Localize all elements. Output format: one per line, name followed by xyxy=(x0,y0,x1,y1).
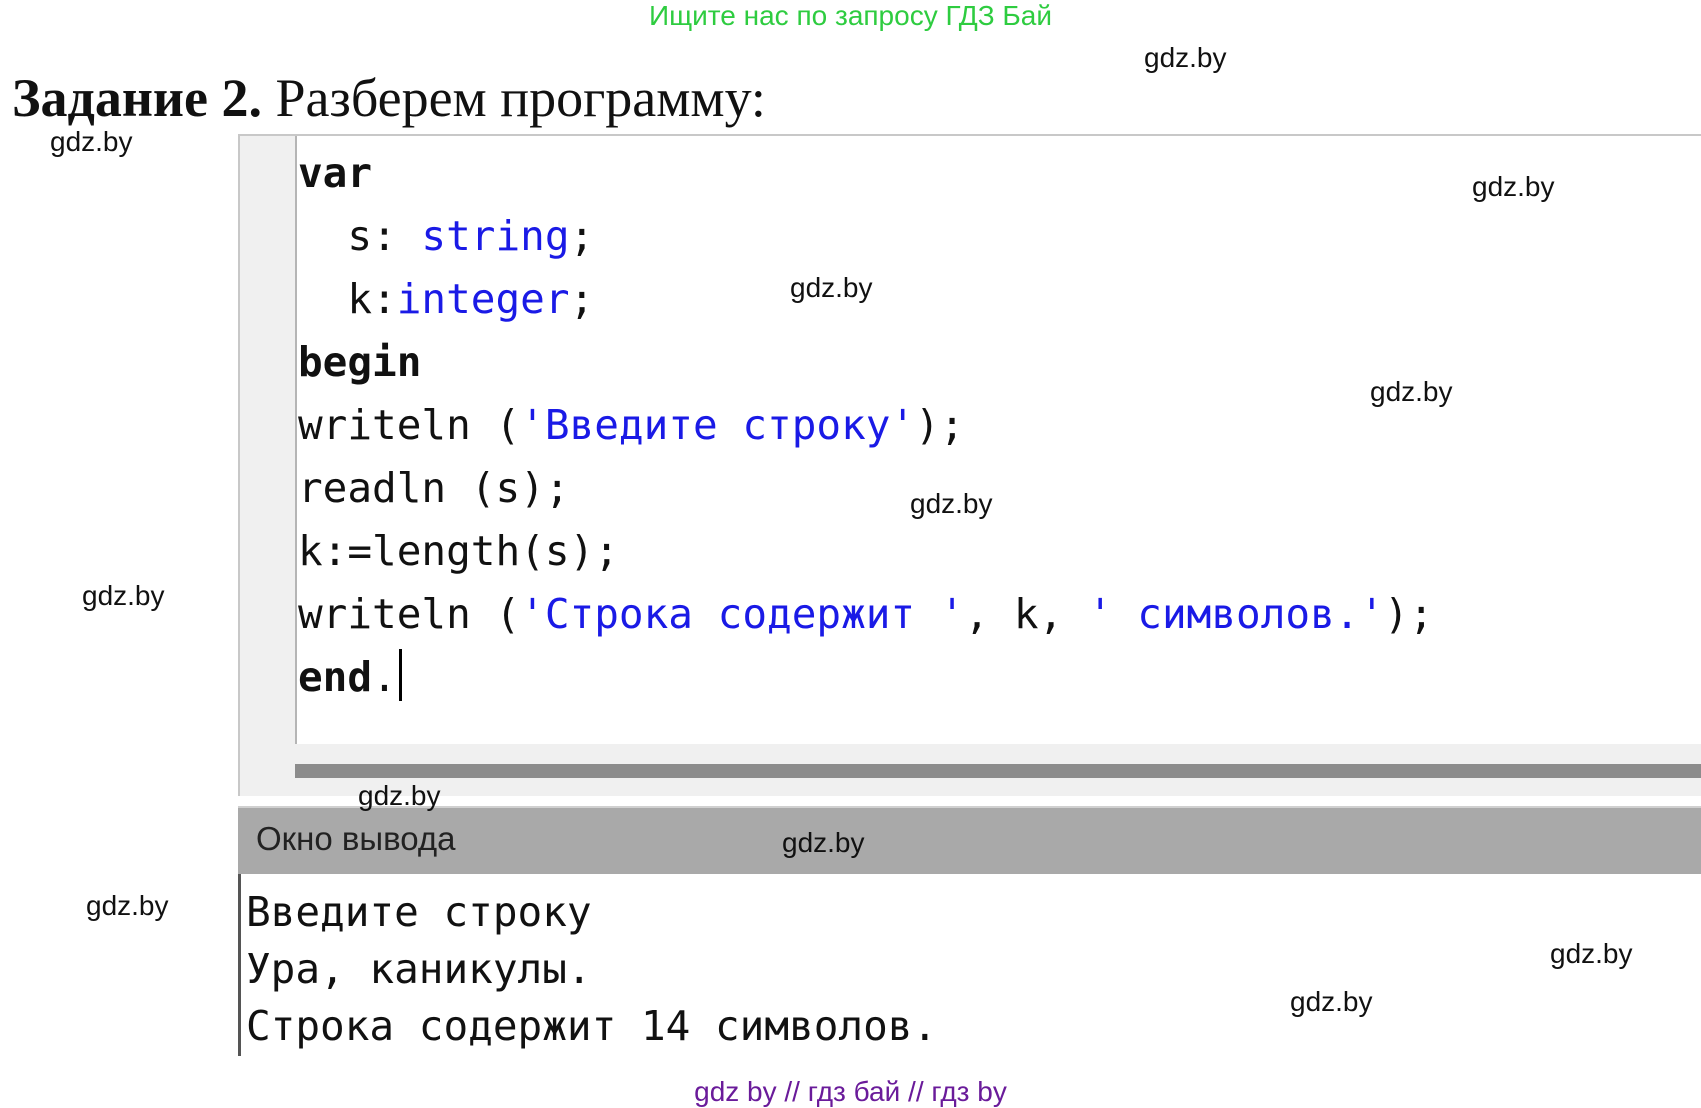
code-text: k: xyxy=(298,275,397,323)
watermark: gdz.by xyxy=(910,488,993,519)
output-line: Введите строку xyxy=(246,888,592,936)
watermark: gdz.by xyxy=(358,780,441,811)
code-text: ); xyxy=(1384,590,1434,638)
code-text: writeln ( xyxy=(298,590,521,638)
task-label: Задание 2. xyxy=(12,68,263,128)
task-text: Разберем программу: xyxy=(275,68,766,128)
watermark: gdz.by xyxy=(1370,376,1453,407)
code-keyword: end xyxy=(298,653,373,701)
code-text: readln (s); xyxy=(298,464,570,512)
code-string: 'Строка содержит ' xyxy=(520,590,965,638)
code-text: , k, xyxy=(964,590,1088,638)
output-line: Строка содержит 14 символов. xyxy=(246,1002,938,1050)
top-banner: Ищите нас по запросу ГДЗ Бай xyxy=(648,0,1053,31)
code-text: ; xyxy=(569,212,595,260)
code-text: ); xyxy=(915,401,965,449)
watermark: gdz.by xyxy=(82,580,165,611)
watermark: gdz.by xyxy=(86,890,169,921)
watermark: gdz.by xyxy=(50,126,133,157)
code-type: string xyxy=(421,212,570,260)
task-title: Задание 2. Разберем программу: xyxy=(12,66,766,130)
watermark: gdz.by xyxy=(1144,42,1227,73)
code-keyword: begin xyxy=(298,338,422,386)
code-keyword: var xyxy=(298,149,373,197)
output-text: Введите строку Ура, каникулы. Строка сод… xyxy=(246,884,937,1055)
code-string: ' символов.' xyxy=(1087,590,1385,638)
watermark: gdz.by xyxy=(782,827,865,858)
text-cursor xyxy=(398,649,402,701)
code-string: 'Введите строку' xyxy=(520,401,916,449)
watermark: gdz.by xyxy=(1472,171,1555,202)
watermark: gdz.by xyxy=(790,272,873,303)
code-text: . xyxy=(372,653,397,701)
code-text: k:=length(s); xyxy=(298,527,619,575)
code-type: integer xyxy=(396,275,570,323)
code-text: ; xyxy=(569,275,595,323)
output-line: Ура, каникулы. xyxy=(246,945,592,993)
code-listing: var s: string; k:integer; begin writeln … xyxy=(298,142,1434,709)
watermark: gdz.by xyxy=(1290,986,1373,1017)
watermark: gdz.by xyxy=(1550,938,1633,969)
code-text: s: xyxy=(298,212,422,260)
horizontal-scrollbar[interactable] xyxy=(295,764,1701,778)
footer: gdz by // гдз бай // гдз by xyxy=(694,1076,1007,1107)
output-window-title: Окно вывода xyxy=(256,820,456,857)
code-text: writeln ( xyxy=(298,401,521,449)
output-window-header xyxy=(238,806,1701,874)
